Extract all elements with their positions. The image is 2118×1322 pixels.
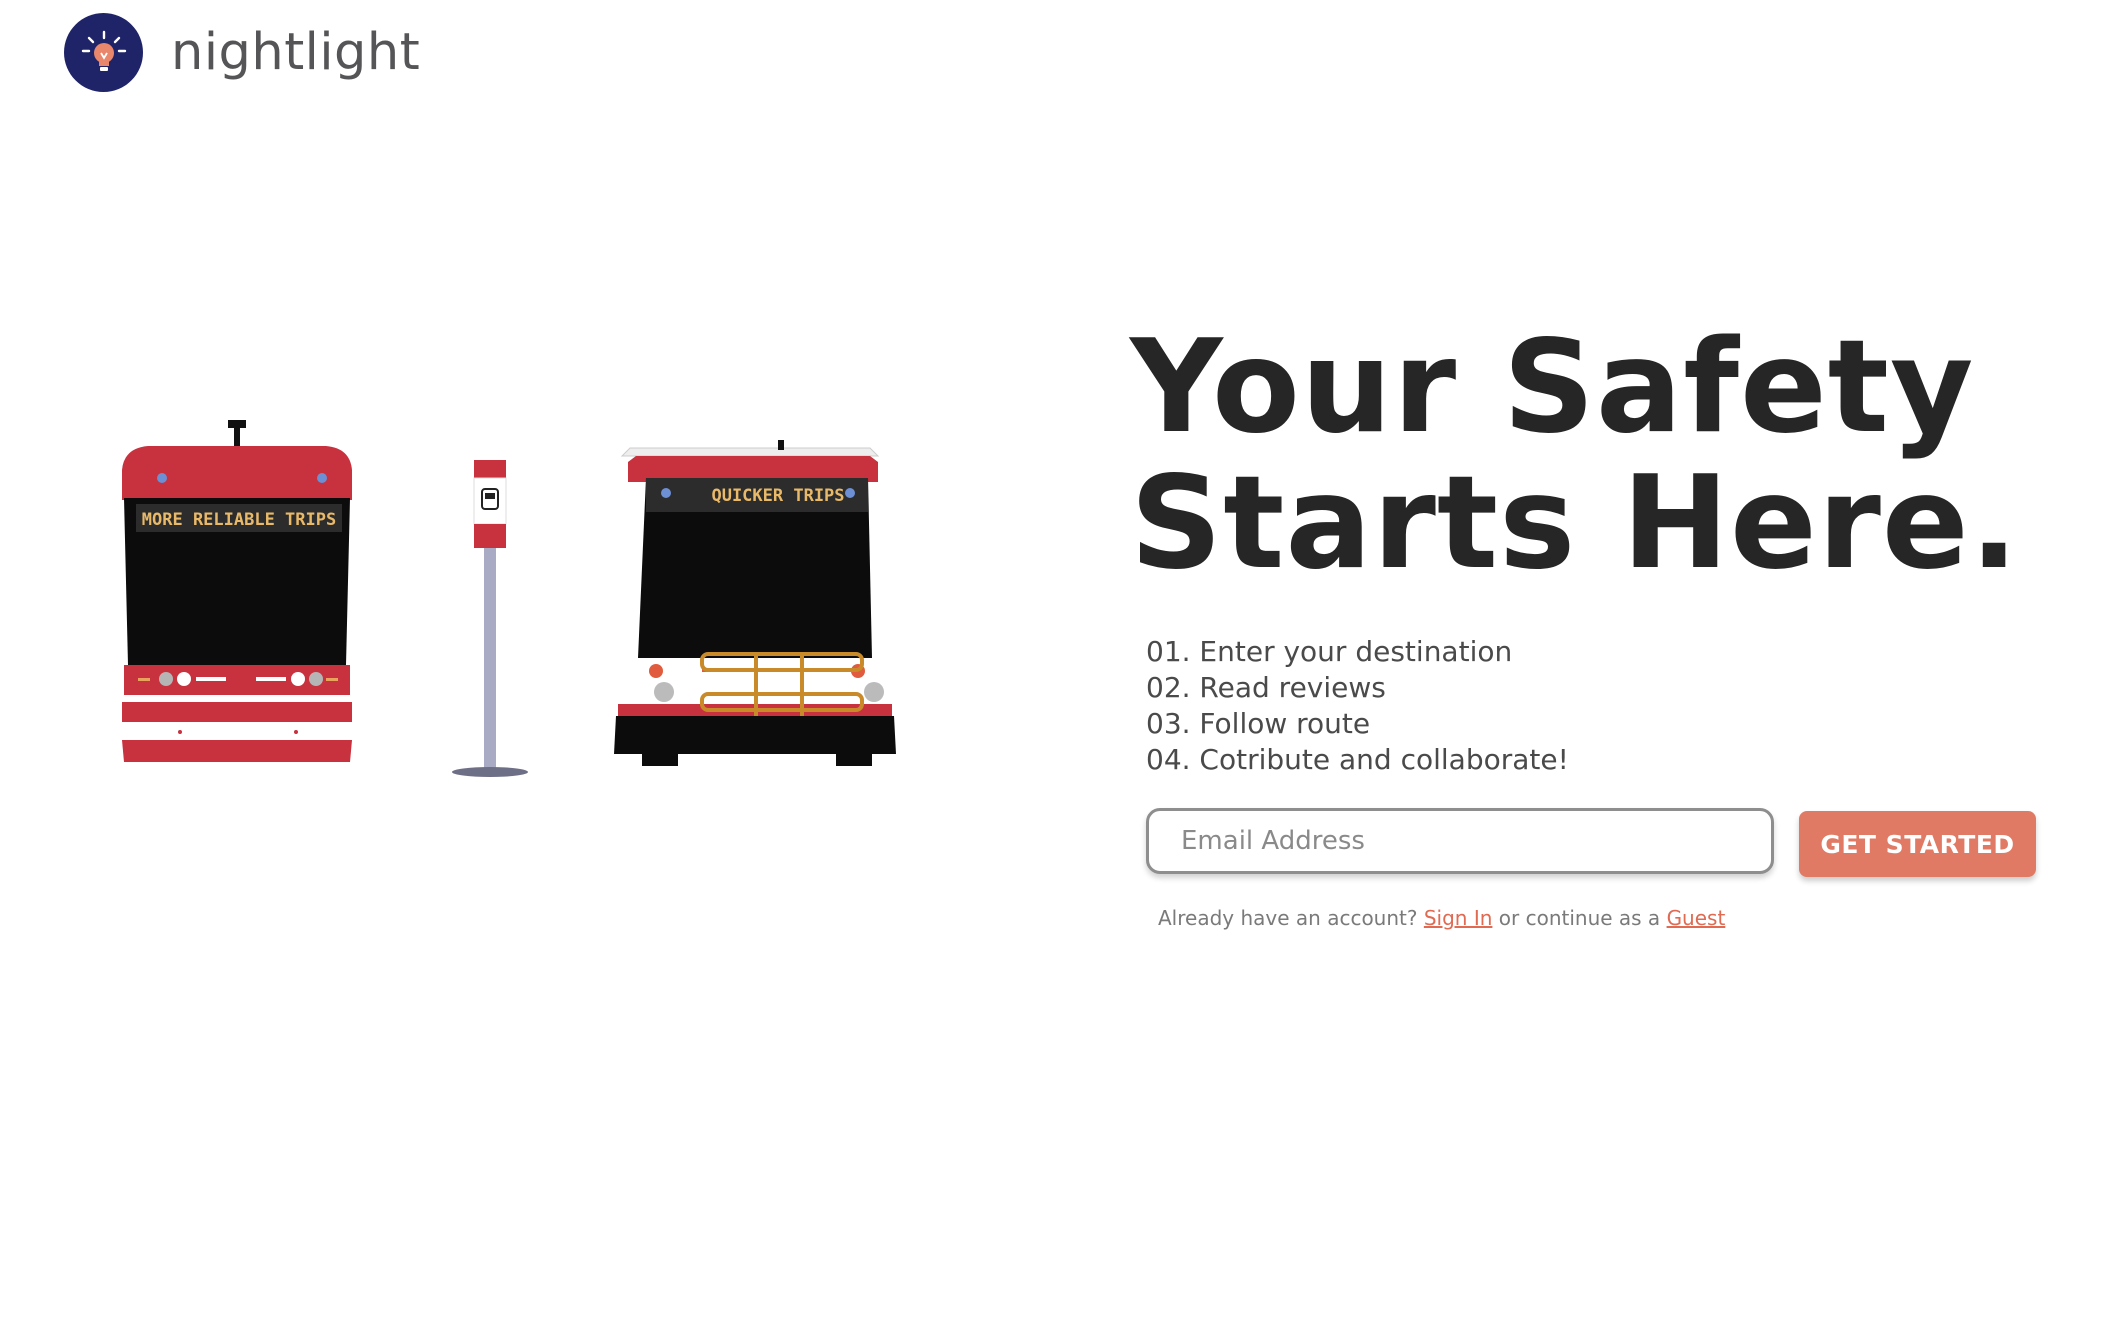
lightbulb-icon	[64, 13, 143, 92]
brand[interactable]: nightlight	[64, 13, 420, 92]
transit-illustration: MORE RELIABLE TRIPS QUICKER TRIPS	[110, 420, 970, 800]
step-item: 02. Read reviews	[1146, 671, 1386, 704]
step-item: 03. Follow route	[1146, 707, 1371, 740]
streetcar-illustration: MORE RELIABLE TRIPS	[118, 420, 356, 762]
email-input[interactable]	[1146, 808, 1774, 874]
bus-stop-illustration	[452, 460, 528, 777]
step-item: 04. Cotribute and collaborate!	[1146, 743, 1569, 776]
step-item: 01. Enter your destination	[1146, 635, 1513, 668]
sign-in-link[interactable]: Sign In	[1424, 906, 1493, 930]
steps-list: 01. Enter your destination 02. Read revi…	[1146, 634, 1569, 778]
streetcar-sign: MORE RELIABLE TRIPS	[142, 510, 336, 530]
guest-link[interactable]: Guest	[1667, 906, 1726, 930]
continue-as-text: or continue as a	[1498, 906, 1661, 930]
bus-sign: QUICKER TRIPS	[711, 486, 844, 506]
account-prompt-text: Already have an account?	[1158, 906, 1418, 930]
hero-line-1: Your Safety	[1130, 313, 1975, 462]
bus-illustration: QUICKER TRIPS	[614, 440, 896, 766]
get-started-button[interactable]: GET STARTED	[1799, 811, 2036, 877]
brand-name: nightlight	[171, 23, 421, 82]
account-prompt: Already have an account? Sign In or cont…	[1158, 906, 1725, 930]
hero-line-2: Starts Here.	[1130, 449, 2020, 598]
hero-headline: Your Safety Starts Here.	[1130, 320, 2019, 592]
